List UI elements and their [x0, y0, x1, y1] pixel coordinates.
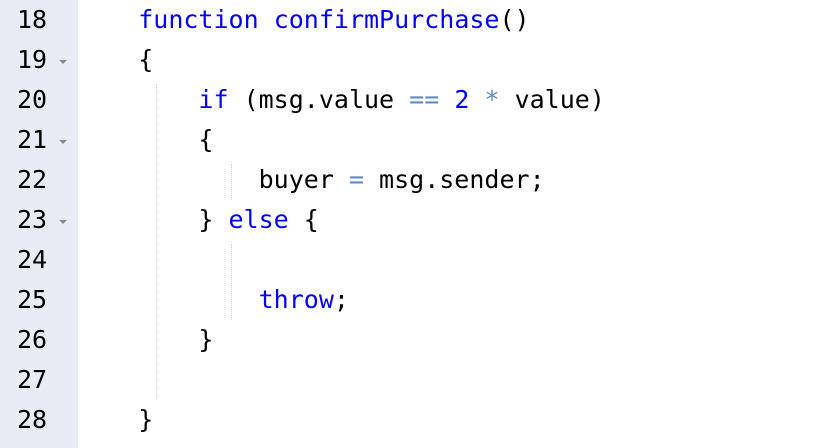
- code-token-plain: ;: [333, 285, 349, 314]
- gutter-row: 20: [0, 80, 78, 120]
- code-editor[interactable]: 18 19 20 21 22 23 24 25 26 27 28 function confirmP…: [0, 0, 818, 448]
- code-token-plain: {: [78, 45, 154, 74]
- code-token-keyword: function: [138, 5, 259, 34]
- code-area[interactable]: function confirmPurchase() { if (msg.val…: [78, 0, 818, 448]
- code-token-keyword: throw: [258, 285, 334, 314]
- code-line[interactable]: {: [78, 124, 818, 164]
- code-line[interactable]: }: [78, 324, 818, 364]
- line-number-gutter[interactable]: 18 19 20 21 22 23 24 25 26 27 28: [0, 0, 78, 448]
- code-token-plain: (msg.value: [228, 85, 410, 114]
- code-token-plain: {: [78, 125, 214, 154]
- code-token-plain: }: [78, 325, 214, 354]
- code-token-number: 2: [454, 85, 470, 114]
- line-number: 23: [17, 205, 48, 234]
- code-token-plain: (): [499, 5, 530, 34]
- code-token-plain: {: [288, 205, 319, 234]
- code-token-keyword: else: [228, 205, 289, 234]
- code-token-plain: msg.sender;: [364, 165, 545, 194]
- fold-arrow-icon[interactable]: [59, 140, 67, 144]
- code-token-function-name: confirmPurchase: [273, 5, 500, 34]
- code-line[interactable]: } else {: [78, 204, 818, 244]
- gutter-row: 26: [0, 320, 78, 360]
- fold-arrow-icon[interactable]: [59, 220, 67, 224]
- line-number: 26: [17, 325, 48, 354]
- code-token-keyword: if: [198, 85, 229, 114]
- line-number: 21: [17, 125, 48, 154]
- line-number: 24: [17, 245, 48, 274]
- code-line[interactable]: throw;: [78, 284, 818, 324]
- gutter-row: 21: [0, 120, 78, 160]
- code-token-operator: =: [348, 165, 364, 194]
- code-line[interactable]: if (msg.value == 2 * value): [78, 84, 818, 124]
- code-line[interactable]: [78, 364, 818, 404]
- line-number: 28: [17, 405, 48, 434]
- code-line[interactable]: {: [78, 44, 818, 84]
- gutter-row: 24: [0, 240, 78, 280]
- gutter-row: 22: [0, 160, 78, 200]
- gutter-row: 19: [0, 40, 78, 80]
- line-number: 22: [17, 165, 48, 194]
- line-number: 27: [17, 365, 48, 394]
- code-token-plain: }: [78, 205, 229, 234]
- gutter-row: 28: [0, 400, 78, 440]
- gutter-row: 25: [0, 280, 78, 320]
- gutter-row: 23: [0, 200, 78, 240]
- code-line[interactable]: buyer = msg.sender;: [78, 164, 818, 204]
- gutter-row: 27: [0, 360, 78, 400]
- code-token-plain: value): [499, 85, 605, 114]
- code-token-plain: }: [78, 405, 154, 434]
- code-line[interactable]: }: [78, 404, 818, 444]
- line-number: 19: [17, 45, 48, 74]
- code-line[interactable]: function confirmPurchase(): [78, 4, 818, 44]
- code-token-plain: buyer: [78, 165, 349, 194]
- code-token-operator: ==: [409, 85, 440, 114]
- code-line[interactable]: [78, 244, 818, 284]
- gutter-row: 18: [0, 0, 78, 40]
- line-number: 20: [17, 85, 48, 114]
- code-token-operator: *: [484, 85, 500, 114]
- line-number: 18: [17, 5, 48, 34]
- fold-arrow-icon[interactable]: [59, 60, 67, 64]
- line-number: 25: [17, 285, 48, 314]
